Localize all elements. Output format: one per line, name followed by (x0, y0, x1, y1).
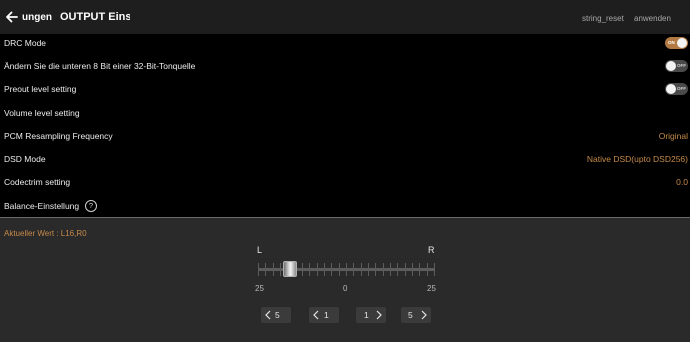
setting-label: DRC Mode (4, 38, 47, 48)
slider-tick (317, 263, 318, 276)
slider-tick (434, 263, 435, 276)
slider-tick (405, 263, 406, 276)
setting-row-balance[interactable]: Balance-Einstellung ? (0, 195, 690, 218)
drc-mode-toggle[interactable]: ON (665, 37, 688, 49)
chevron-left-icon (313, 310, 319, 320)
step-amount: 1 (324, 310, 329, 320)
slider-tick (427, 263, 428, 276)
slider-tick (419, 263, 420, 276)
chevron-right-icon (376, 310, 382, 320)
slider-tick (331, 263, 332, 276)
arrow-left-icon[interactable] (4, 9, 20, 25)
setting-row-preout-level[interactable]: Preout level setting OFF (0, 78, 690, 101)
setting-label: Volume level setting (4, 108, 80, 118)
balance-panel: Aktueller Wert : L16,R0 L R 25 0 25 5 1 … (0, 218, 690, 342)
setting-row-codectrim[interactable]: Codectrim setting 0.0 (0, 171, 690, 194)
slider-tick (397, 263, 398, 276)
toggle-knob (666, 61, 676, 71)
slider-tick (324, 263, 325, 276)
slider-tick (309, 263, 310, 276)
setting-label: Ändern Sie die unteren 8 Bit einer 32-Bi… (4, 61, 196, 71)
chevron-left-icon (265, 310, 271, 320)
scale-right-label: 25 (427, 284, 436, 293)
lower-8-bit-toggle[interactable]: OFF (665, 60, 688, 72)
slider-tick (375, 263, 376, 276)
setting-label: Preout level setting (4, 84, 77, 94)
balance-slider[interactable] (258, 261, 436, 279)
setting-label: PCM Resampling Frequency (4, 131, 113, 141)
slider-tick (280, 263, 281, 276)
slider-tick (361, 263, 362, 276)
slider-tick (353, 263, 354, 276)
breadcrumb-previous[interactable]: ungen (22, 12, 52, 23)
toggle-knob (666, 84, 676, 94)
slider-tick (273, 263, 274, 276)
slider-tick (390, 263, 391, 276)
slider-tick (412, 263, 413, 276)
slider-tick (339, 263, 340, 276)
setting-value: Native DSD(upto DSD256) (586, 154, 688, 164)
slider-tick (368, 263, 369, 276)
slider-tick (258, 263, 259, 276)
slider-tick (383, 263, 384, 276)
setting-label: Codectrim setting (4, 177, 71, 187)
balance-left-label: L (257, 245, 263, 255)
slider-tick (302, 263, 303, 276)
balance-current-value: Aktueller Wert : L16,R0 (4, 229, 87, 238)
step-right-1-button[interactable]: 1 (356, 307, 386, 323)
step-amount: 5 (275, 310, 280, 320)
step-amount: 5 (408, 310, 413, 320)
slider-thumb[interactable] (283, 261, 297, 277)
slider-tick (346, 263, 347, 276)
slider-tick (265, 263, 266, 276)
scale-left-label: 25 (255, 284, 264, 293)
step-left-5-button[interactable]: 5 (261, 307, 291, 323)
preout-level-toggle[interactable]: OFF (665, 83, 688, 95)
setting-row-pcm-resampling[interactable]: PCM Resampling Frequency Original (0, 125, 690, 148)
toggle-knob (677, 38, 687, 48)
toggle-state-label: OFF (677, 63, 686, 68)
setting-row-lower-8-bit[interactable]: Ändern Sie die unteren 8 Bit einer 32-Bi… (0, 55, 690, 78)
apply-button[interactable]: anwenden (634, 14, 671, 23)
toggle-state-label: ON (668, 40, 675, 45)
chevron-right-icon (421, 310, 427, 320)
setting-row-drc-mode[interactable]: DRC Mode ON (0, 32, 690, 55)
setting-label: DSD Mode (4, 154, 46, 164)
step-right-5-button[interactable]: 5 (401, 307, 431, 323)
step-left-1-button[interactable]: 1 (309, 307, 339, 323)
setting-row-volume-level[interactable]: Volume level setting (0, 102, 690, 125)
toggle-state-label: OFF (677, 86, 686, 91)
setting-value: Original (658, 131, 688, 141)
scale-center-label: 0 (343, 284, 348, 293)
reset-button[interactable]: string_reset (582, 14, 624, 23)
setting-label: Balance-Einstellung (4, 201, 80, 211)
setting-value: 0.0 (676, 177, 688, 187)
question-circle-icon[interactable]: ? (85, 200, 97, 212)
balance-right-label: R (428, 245, 435, 255)
page-title: OUTPUT Einste (60, 11, 130, 23)
app-header: ungen OUTPUT Einste string_reset anwende… (0, 0, 690, 34)
setting-row-dsd-mode[interactable]: DSD Mode Native DSD(upto DSD256) (0, 148, 690, 171)
step-amount: 1 (364, 310, 369, 320)
